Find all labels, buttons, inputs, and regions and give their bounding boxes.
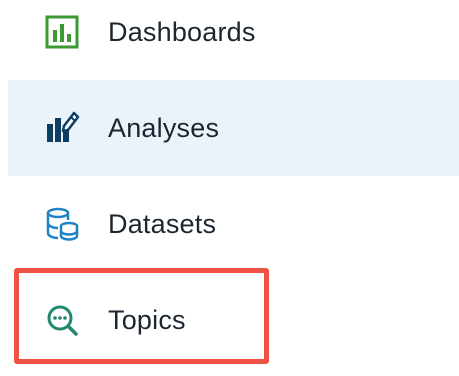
- datasets-icon: [44, 206, 80, 242]
- sidebar-item-label: Topics: [108, 304, 186, 335]
- sidebar-nav: Dashboards Analyses Datasets Topics: [0, 0, 459, 376]
- sidebar-item-analyses[interactable]: Analyses: [8, 80, 459, 176]
- analyses-icon: [44, 110, 80, 146]
- sidebar-item-label: Analyses: [108, 112, 220, 143]
- sidebar-item-dashboards[interactable]: Dashboards: [8, 0, 459, 80]
- sidebar-item-topics[interactable]: Topics: [8, 272, 459, 368]
- topics-icon: [44, 302, 80, 338]
- sidebar-item-label: Datasets: [108, 208, 217, 239]
- sidebar-item-label: Dashboards: [108, 16, 256, 47]
- sidebar-item-datasets[interactable]: Datasets: [8, 176, 459, 272]
- dashboard-icon: [44, 14, 80, 50]
